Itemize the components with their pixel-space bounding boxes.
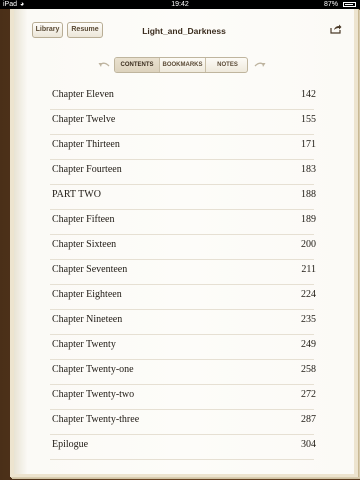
toc-row[interactable]: Chapter Twenty-three 287 [50, 410, 316, 435]
curl-right-icon [254, 62, 266, 67]
book-title: Light_and_Darkness [142, 26, 226, 36]
share-icon[interactable] [330, 24, 342, 34]
toc-title: Chapter Eleven [52, 89, 114, 100]
toc-page: 142 [301, 89, 316, 100]
toc-title: Chapter Thirteen [52, 139, 120, 150]
toc-title: PART TWO [52, 189, 101, 200]
tab-notes[interactable]: NOTES [206, 58, 247, 72]
toc-title: Chapter Twenty [52, 339, 116, 350]
toc-title: Chapter Fifteen [52, 214, 115, 225]
toc-title: Chapter Eighteen [52, 289, 122, 300]
toc-row[interactable]: Chapter Fifteen 189 [50, 210, 316, 235]
toc-title: Chapter Nineteen [52, 314, 123, 325]
toc-row[interactable]: Chapter Seventeen 211 [50, 260, 316, 285]
toc-row[interactable]: Chapter Thirteen 171 [50, 135, 316, 160]
toc-page: 272 [301, 389, 316, 400]
toc-title: Chapter Twenty-three [52, 414, 140, 425]
toc-row[interactable]: Chapter Sixteen 200 [50, 235, 316, 260]
toc-title: Chapter Twenty-two [52, 389, 135, 400]
toc-page: 155 [301, 114, 316, 125]
toc-page: 189 [301, 214, 316, 225]
toc-page: 171 [301, 139, 316, 150]
tab-contents[interactable]: CONTENTS [115, 58, 160, 72]
battery-percent: 87% [323, 1, 338, 8]
toc-title: Epilogue [52, 439, 89, 450]
toc-tab-bar: CONTENTS BOOKMARKS NOTES [114, 57, 248, 73]
toc-page: 258 [301, 364, 316, 375]
toc-row[interactable]: PART TWO 188 [50, 185, 316, 210]
battery-icon [343, 2, 356, 7]
toc-page: 235 [301, 314, 316, 325]
toc-page: 287 [301, 414, 316, 425]
toc-page: 224 [301, 289, 316, 300]
toc-page: 304 [301, 439, 316, 450]
toc-title: Chapter Twelve [52, 114, 116, 125]
table-of-contents: Chapter Eleven 142 Chapter Twelve 155 Chap… [14, 85, 354, 460]
tab-bookmarks[interactable]: BOOKMARKS [160, 58, 206, 72]
toc-title: Chapter Twenty-one [52, 364, 134, 375]
toc-row[interactable]: Chapter Twelve 155 [50, 110, 316, 135]
toc-row[interactable]: Chapter Eighteen 224 [50, 285, 316, 310]
toc-row[interactable]: Chapter Twenty 249 [50, 335, 316, 360]
toc-title: Chapter Sixteen [52, 239, 117, 250]
toc-row[interactable]: Epilogue 304 [50, 435, 316, 460]
toc-row[interactable]: Chapter Twenty-two 272 [50, 385, 316, 410]
status-bar: iPad ◕ 19:42 87% [0, 0, 360, 9]
toc-page: 211 [301, 264, 316, 275]
toc-row[interactable]: Chapter Twenty-one 258 [50, 360, 316, 385]
toc-page: 249 [301, 339, 316, 350]
book-page: Library Resume Light_and_Darkness CONTEN… [14, 9, 354, 474]
toc-row[interactable]: Chapter Fourteen 183 [50, 160, 316, 185]
toc-page: 188 [301, 189, 316, 200]
toc-title: Chapter Fourteen [52, 164, 122, 175]
toc-row[interactable]: Chapter Nineteen 235 [50, 310, 316, 335]
curl-left-icon [98, 62, 110, 67]
resume-button[interactable]: Resume [67, 22, 103, 38]
toc-title: Chapter Seventeen [52, 264, 128, 275]
toc-page: 183 [301, 164, 316, 175]
toc-row[interactable]: Chapter Eleven 142 [50, 85, 316, 110]
library-button[interactable]: Library [32, 22, 63, 38]
toc-page: 200 [301, 239, 316, 250]
clock: 19:42 [171, 1, 189, 8]
